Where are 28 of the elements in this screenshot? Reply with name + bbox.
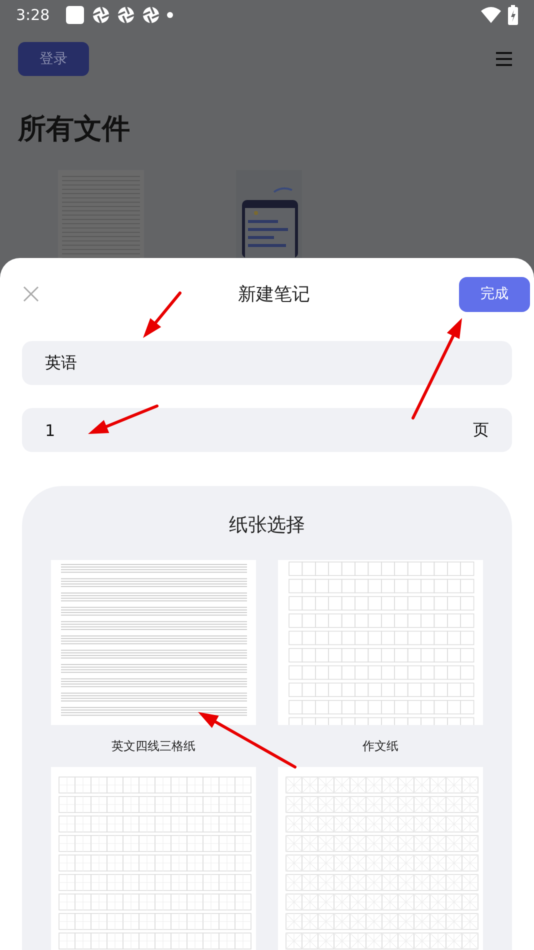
status-time: 3:28 [16, 6, 50, 24]
pages-field[interactable]: 1 页 [22, 408, 512, 452]
pages-value: 1 [45, 420, 56, 440]
tian-grid-paper-option[interactable] [51, 767, 256, 950]
done-button[interactable]: 完成 [459, 276, 530, 312]
mi-grid-paper-option[interactable] [278, 767, 483, 950]
aperture-icon [92, 6, 110, 24]
dialog-title: 新建笔记 [237, 283, 311, 306]
notification-square-icon [64, 5, 85, 25]
menu-icon [496, 52, 512, 66]
aperture-icon [116, 6, 135, 24]
paper-title: 纸张选择 [228, 513, 306, 538]
annotation-arrow [143, 292, 182, 338]
close-icon [23, 286, 39, 302]
paper-label: 英文四线三格纸 [112, 738, 196, 755]
wifi-icon [481, 7, 501, 23]
name-value: 英语 [45, 352, 77, 374]
lined-paper-option[interactable] [51, 560, 256, 725]
annotation-arrow [88, 404, 158, 434]
battery-icon [508, 5, 518, 25]
paper-label: 作文纸 [362, 738, 398, 755]
page-title: 所有文件 [18, 111, 131, 147]
dot-icon [166, 12, 173, 18]
login-button[interactable]: 登录 [18, 42, 89, 76]
name-field[interactable]: 英语 [22, 341, 512, 385]
aperture-icon [142, 6, 160, 24]
grid-paper-option[interactable] [278, 560, 483, 725]
pages-unit: 页 [473, 420, 489, 440]
